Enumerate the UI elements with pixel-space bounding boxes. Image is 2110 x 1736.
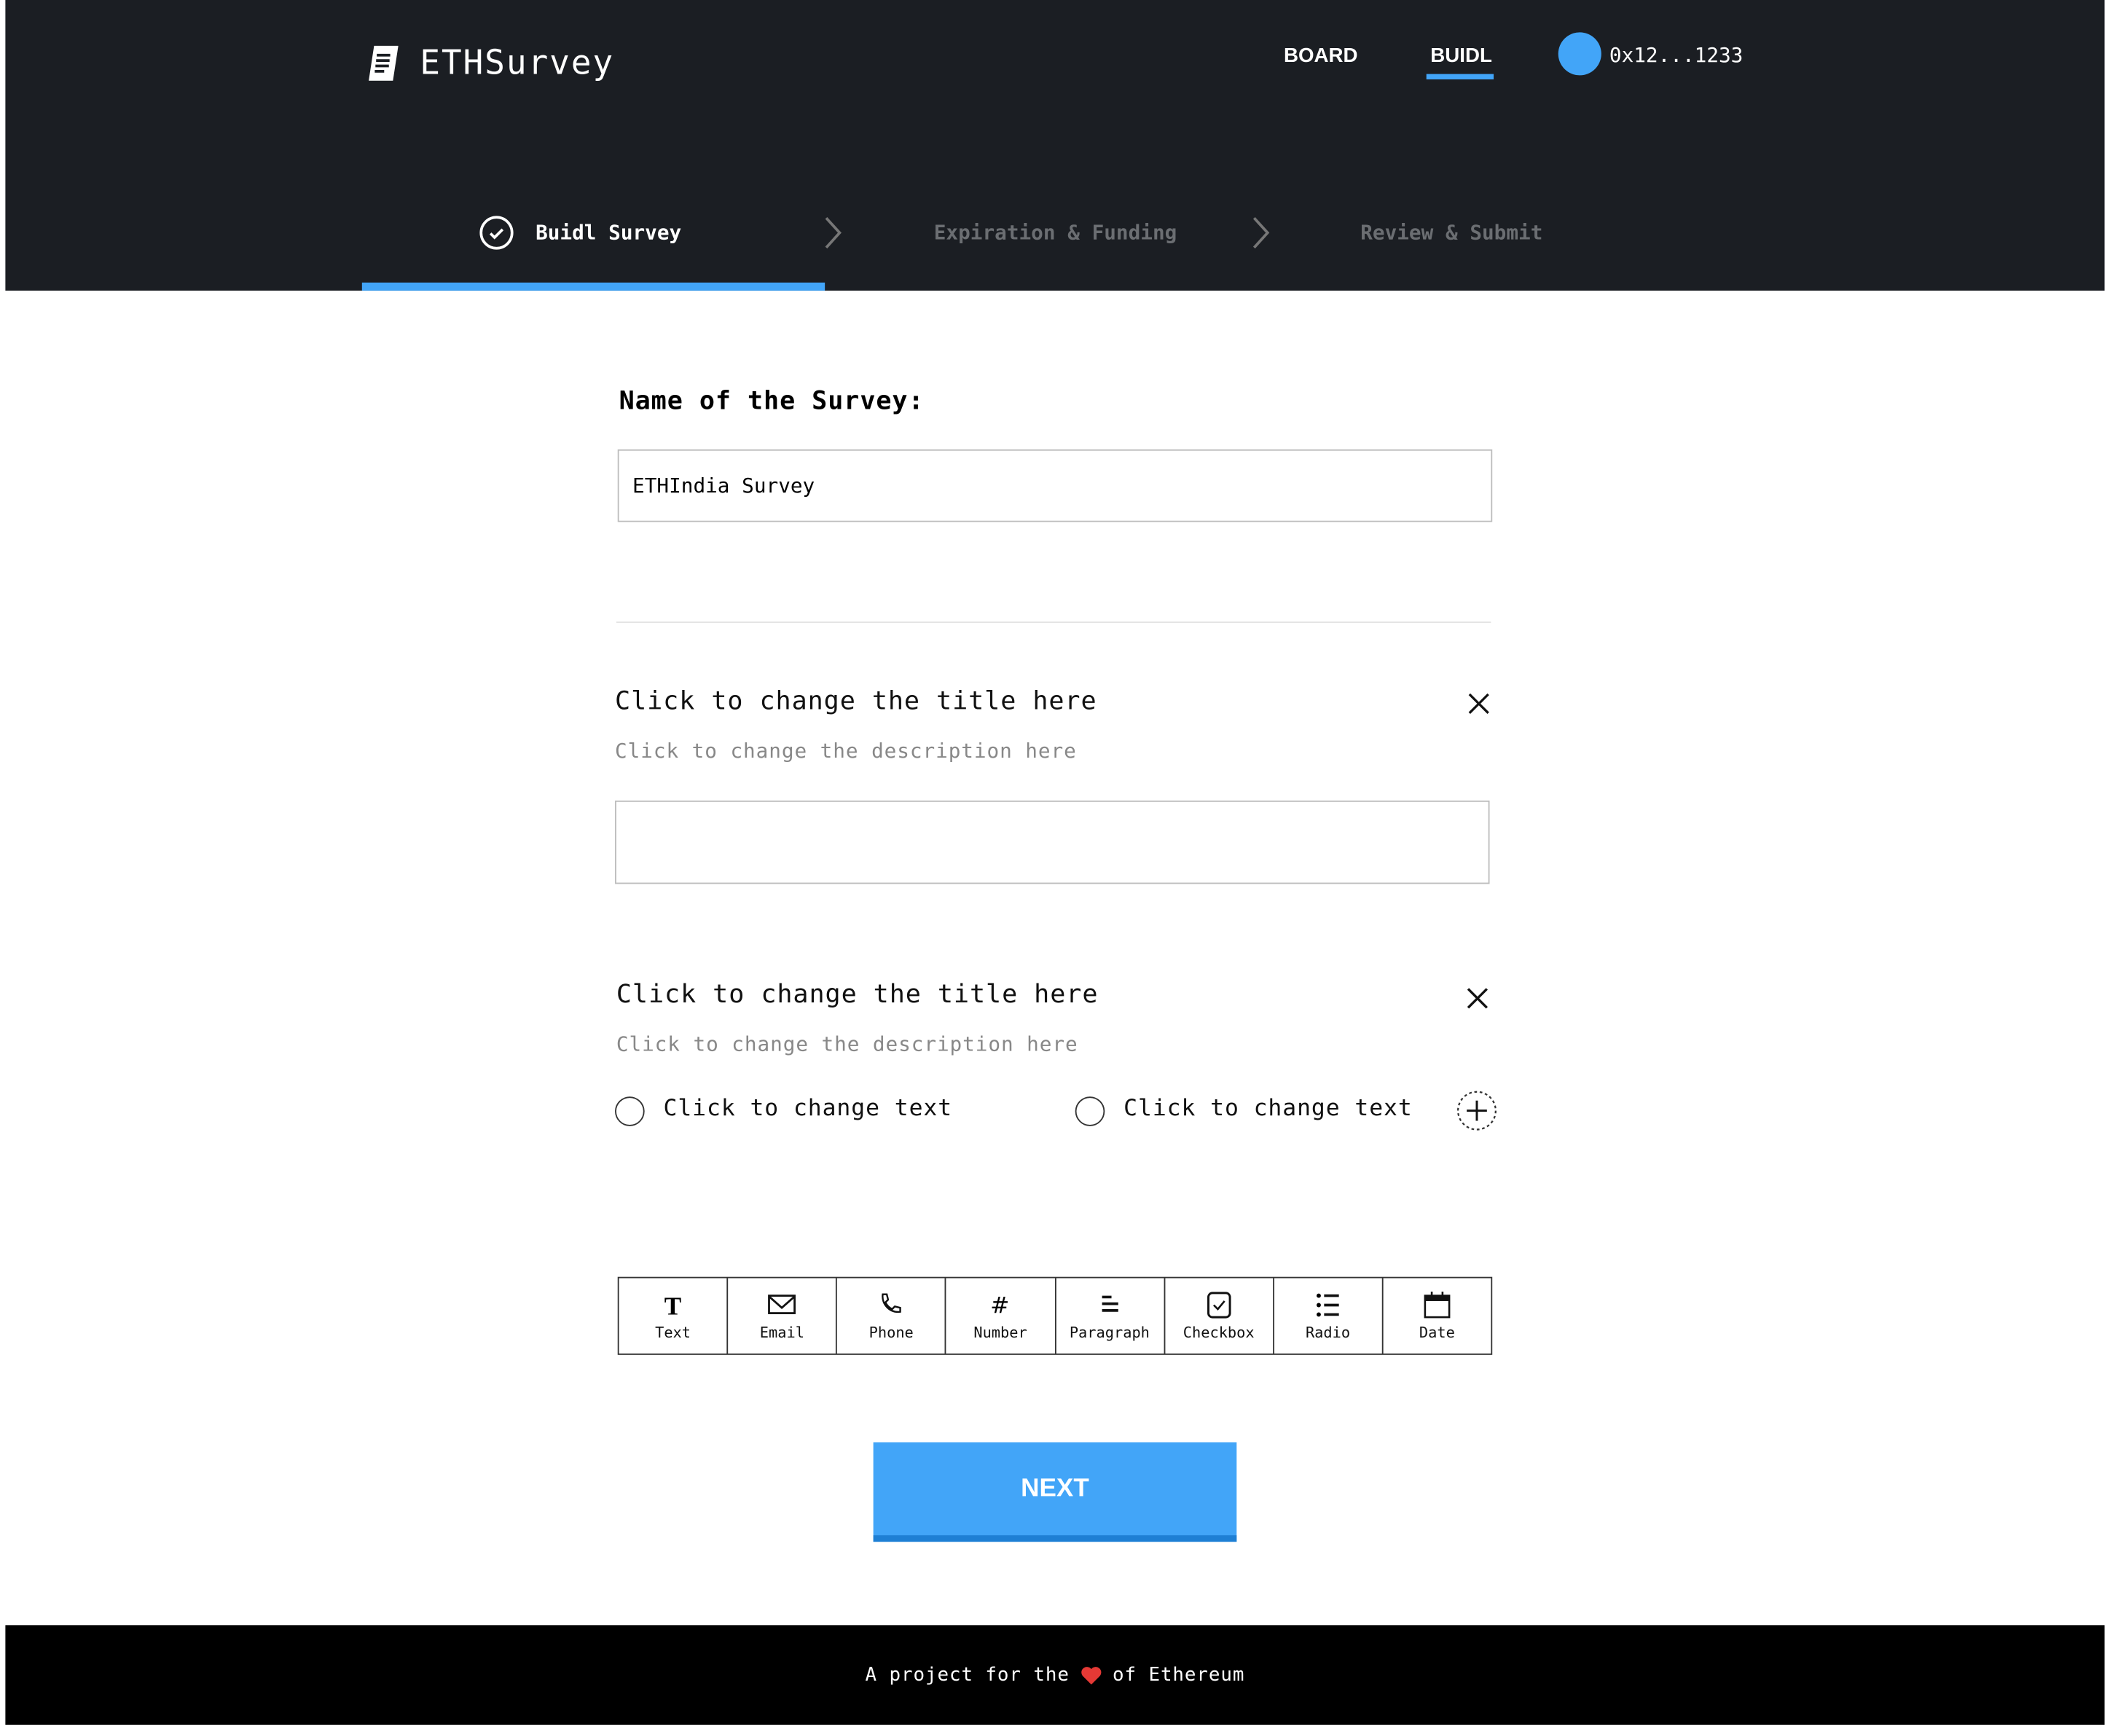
close-icon[interactable]	[1467, 691, 1491, 715]
nav-buidl[interactable]: BUIDL	[1430, 44, 1492, 67]
hash-icon: #	[991, 1292, 1010, 1318]
close-icon[interactable]	[1465, 986, 1489, 1010]
add-option-icon[interactable]	[1456, 1090, 1497, 1131]
heart-icon	[1081, 1666, 1102, 1684]
email-icon	[768, 1294, 796, 1314]
radio-option-1[interactable]	[615, 1096, 645, 1126]
step-expiration-funding[interactable]: Expiration & Funding	[934, 221, 1177, 245]
tool-label: Number	[973, 1323, 1027, 1341]
phone-icon	[882, 1292, 902, 1313]
add-phone-button[interactable]: Phone	[837, 1278, 947, 1354]
avatar[interactable]	[1558, 32, 1601, 76]
text-icon: T	[664, 1291, 681, 1318]
add-paragraph-button[interactable]: Paragraph	[1056, 1278, 1165, 1354]
divider	[616, 621, 1491, 624]
svg-text:T: T	[664, 1291, 681, 1318]
tool-label: Date	[1419, 1323, 1455, 1341]
nav-board[interactable]: BOARD	[1284, 44, 1358, 67]
list-icon	[1316, 1292, 1339, 1316]
radio-option-2[interactable]	[1075, 1096, 1105, 1126]
nav-active-indicator	[1426, 74, 1494, 79]
next-button[interactable]: NEXT	[873, 1442, 1237, 1542]
tool-label: Radio	[1305, 1323, 1351, 1341]
calendar-icon	[1424, 1291, 1451, 1318]
radio-option-1-label[interactable]: Click to change text	[664, 1095, 953, 1122]
footer-text-after: of Ethereum	[1112, 1664, 1245, 1686]
footer: A project for the of Ethereum	[5, 1625, 2105, 1725]
tool-label: Text	[655, 1323, 691, 1341]
wallet-address[interactable]: 0x12...1233	[1609, 43, 1743, 67]
survey-name-value: ETHIndia Survey	[632, 474, 815, 498]
step-review-submit[interactable]: Review & Submit	[1360, 221, 1542, 245]
add-checkbox-button[interactable]: Checkbox	[1165, 1278, 1274, 1354]
add-text-button[interactable]: T Text	[619, 1278, 729, 1354]
chevron-right-icon	[1252, 216, 1270, 249]
question-1-description[interactable]: Click to change the description here	[615, 739, 1077, 763]
tool-label: Phone	[868, 1323, 914, 1341]
question-2-title[interactable]: Click to change the title here	[616, 980, 1099, 1010]
radio-option-2-label[interactable]: Click to change text	[1123, 1095, 1413, 1122]
checkbox-icon	[1207, 1291, 1231, 1318]
footer-text-before: A project for the	[865, 1664, 1070, 1686]
svg-text:#: #	[991, 1292, 1010, 1318]
add-email-button[interactable]: Email	[728, 1278, 838, 1354]
survey-name-input[interactable]: ETHIndia Survey	[617, 449, 1493, 522]
app-logo[interactable]: ETHSurvey	[420, 43, 614, 82]
add-radio-button[interactable]: Radio	[1274, 1278, 1384, 1354]
tool-label: Paragraph	[1069, 1323, 1150, 1341]
document-icon	[369, 45, 399, 81]
chevron-right-icon	[825, 216, 842, 249]
question-type-toolbar: T Text Email Phone # Number Paragraph Chec…	[617, 1276, 1493, 1355]
add-date-button[interactable]: Date	[1383, 1279, 1491, 1354]
step-buidl-survey[interactable]: Buidl Survey	[536, 221, 681, 245]
check-circle-icon	[479, 216, 514, 250]
header	[5, 0, 2105, 291]
step-progress-bar	[361, 282, 825, 291]
paragraph-icon	[1101, 1295, 1118, 1311]
survey-name-label: Name of the Survey:	[619, 386, 925, 416]
tool-label: Checkbox	[1183, 1323, 1255, 1341]
tool-label: Email	[759, 1323, 804, 1341]
question-1-title[interactable]: Click to change the title here	[615, 686, 1097, 716]
question-1-answer-input[interactable]	[615, 800, 1490, 884]
question-2-description[interactable]: Click to change the description here	[616, 1032, 1078, 1056]
add-number-button[interactable]: # Number	[946, 1278, 1056, 1354]
